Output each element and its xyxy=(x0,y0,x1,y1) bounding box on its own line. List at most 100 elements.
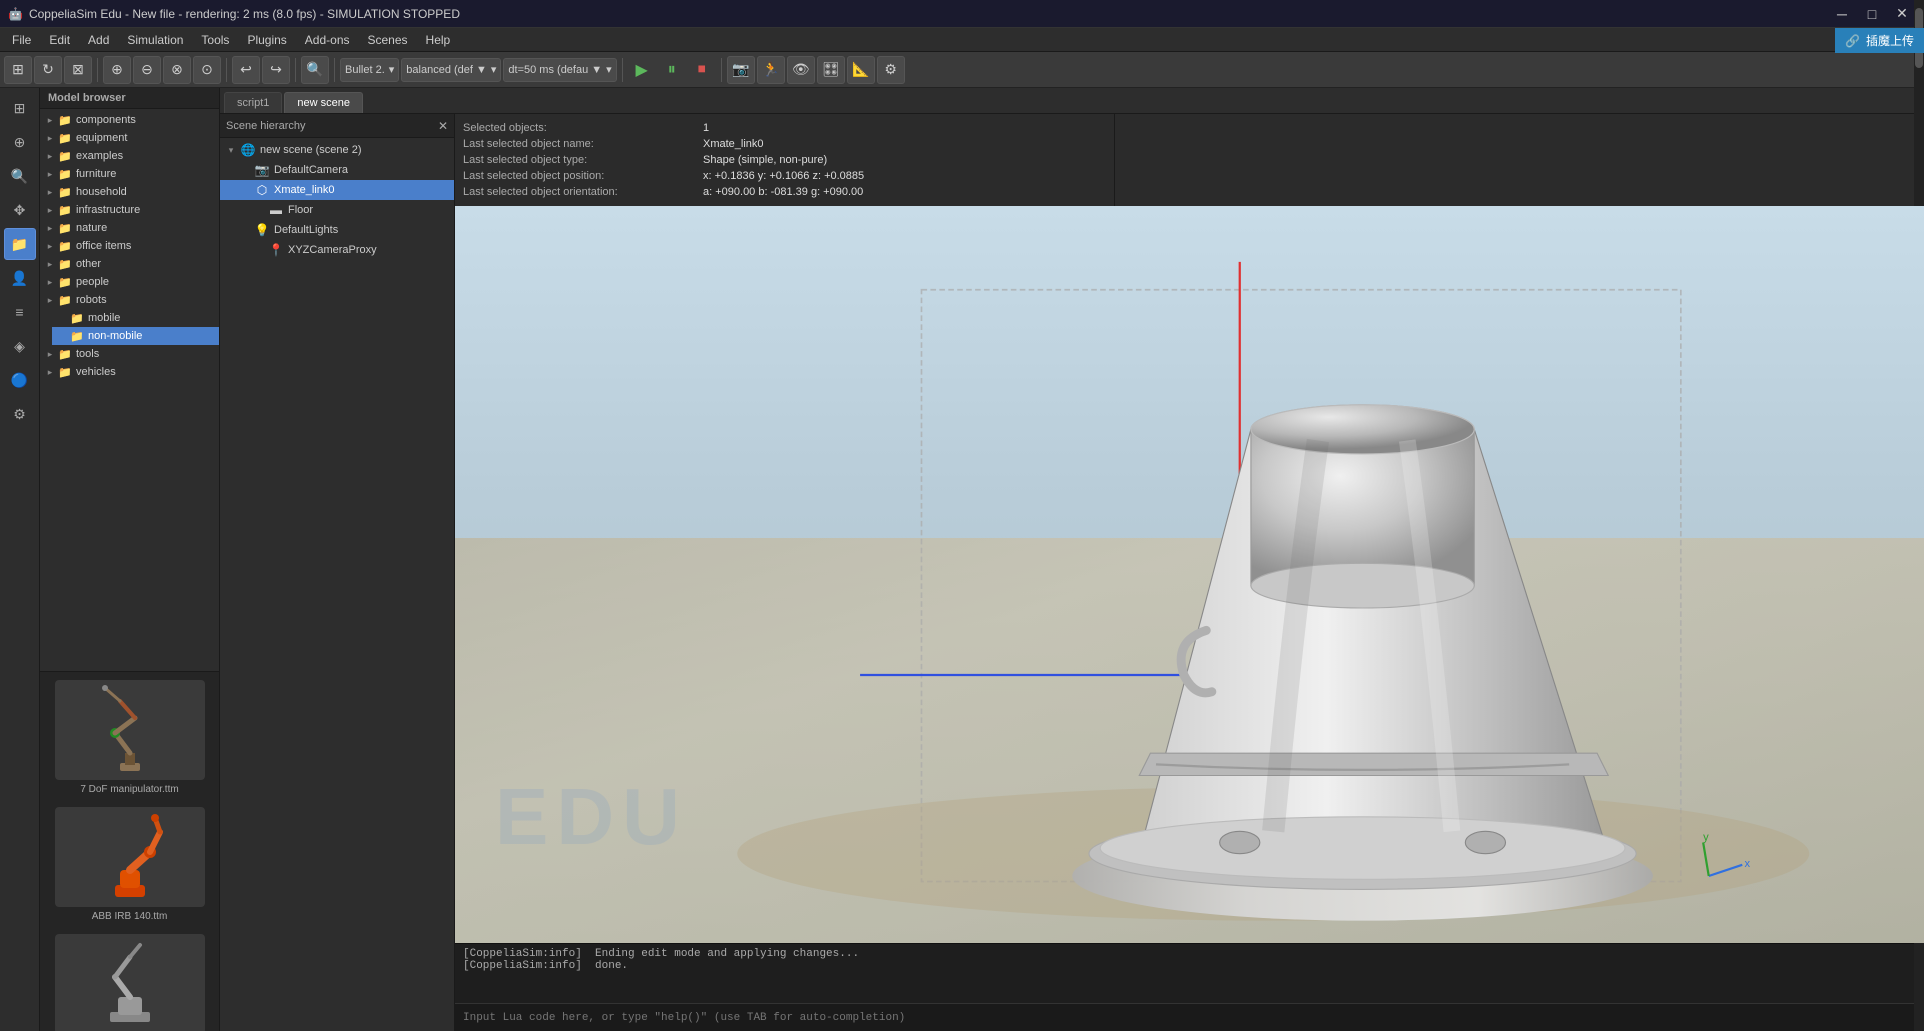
menu-item-plugins[interactable]: Plugins xyxy=(239,31,294,49)
hier-item-DefaultLights[interactable]: 💡DefaultLights xyxy=(220,220,454,240)
3d-viewport[interactable]: EDU xyxy=(455,206,1924,943)
toolbar-btn-12[interactable]: 🎛 xyxy=(817,56,845,84)
stop-button[interactable]: ⏹ xyxy=(688,56,716,84)
sidebar-icon-9[interactable]: ⚙ xyxy=(4,398,36,430)
console-line-2: [CoppeliaSim:info] done. xyxy=(463,960,1916,972)
scene-hierarchy-close[interactable]: ✕ xyxy=(438,119,448,133)
model-thumb-label-1: 7 DoF manipulator.ttm xyxy=(80,784,178,795)
tree-item-label: office items xyxy=(76,240,131,252)
browser-tree-item-robots[interactable]: ▸📁robots xyxy=(40,291,219,309)
tree-item-label: household xyxy=(76,186,127,198)
hier-label: Xmate_link0 xyxy=(274,184,335,196)
scene-tab-new-scene[interactable]: new scene xyxy=(284,92,363,113)
browser-tree-item-non-mobile[interactable]: 📁non-mobile xyxy=(52,327,219,345)
folder-icon: 📁 xyxy=(58,131,72,145)
browser-tree-item-furniture[interactable]: ▸📁furniture xyxy=(40,165,219,183)
lua-input[interactable] xyxy=(463,1012,1916,1024)
browser-tree-item-examples[interactable]: ▸📁examples xyxy=(40,147,219,165)
expander-icon xyxy=(56,312,68,324)
browser-tree-item-office-items[interactable]: ▸📁office items xyxy=(40,237,219,255)
menu-item-file[interactable]: File xyxy=(4,31,39,49)
browser-tree-item-other[interactable]: ▸📁other xyxy=(40,255,219,273)
obj-pos-value: x: +0.1836 y: +0.1066 z: +0.0885 xyxy=(703,170,1106,182)
sidebar-icon-1[interactable]: ⊞ xyxy=(4,92,36,124)
hier-item-new-scene--scene-2-[interactable]: ▾🌐new scene (scene 2) xyxy=(220,140,454,160)
hier-item-Floor[interactable]: ▬Floor xyxy=(220,200,454,220)
menu-item-edit[interactable]: Edit xyxy=(41,31,78,49)
hier-expander xyxy=(238,163,252,177)
hier-item-Xmate_link0[interactable]: ⬡Xmate_link0 xyxy=(220,180,454,200)
menu-item-tools[interactable]: Tools xyxy=(193,31,237,49)
sidebar-icon-7[interactable]: ◈ xyxy=(4,330,36,362)
toolbar-btn-3[interactable]: ⊠ xyxy=(64,56,92,84)
physics-engine-dropdown[interactable]: Bullet 2.▾ xyxy=(340,58,399,82)
maximize-button[interactable]: □ xyxy=(1858,3,1886,25)
toolbar-btn-5[interactable]: ⊖ xyxy=(133,56,161,84)
obj-name-label: Last selected object name: xyxy=(463,138,703,150)
toolbar-btn-4[interactable]: ⊕ xyxy=(103,56,131,84)
menu-item-help[interactable]: Help xyxy=(418,31,459,49)
dt-dropdown[interactable]: dt=50 ms (defau ▼▾ xyxy=(503,58,616,82)
sidebar-icon-6[interactable]: ≡ xyxy=(4,296,36,328)
minimize-button[interactable]: ─ xyxy=(1828,3,1856,25)
folder-icon: 📁 xyxy=(58,221,72,235)
pause-button[interactable]: ⏸ xyxy=(658,56,686,84)
sidebar-icon-4[interactable]: ✥ xyxy=(4,194,36,226)
browser-tree-item-infrastructure[interactable]: ▸📁infrastructure xyxy=(40,201,219,219)
hier-item-XYZCameraProxy[interactable]: 📍XYZCameraProxy xyxy=(220,240,454,260)
toolbar-btn-6[interactable]: ⊗ xyxy=(163,56,191,84)
scene-tab-script1[interactable]: script1 xyxy=(224,92,282,113)
browser-tree-item-mobile[interactable]: 📁mobile xyxy=(52,309,219,327)
folder-icon: 📁 xyxy=(58,257,72,271)
upload-button[interactable]: 🔗 插魔上传 xyxy=(1835,28,1924,53)
toolbar-btn-2[interactable]: ↻ xyxy=(34,56,62,84)
toolbar-btn-7[interactable]: ⊙ xyxy=(193,56,221,84)
time-stepping-dropdown[interactable]: balanced (def ▼▾ xyxy=(401,58,501,82)
folder-icon: 📁 xyxy=(58,203,72,217)
browser-tree-item-components[interactable]: ▸📁components xyxy=(40,111,219,129)
toolbar-btn-11[interactable]: 👁 xyxy=(787,56,815,84)
toolbar-sep-1 xyxy=(97,58,98,82)
sidebar-icon-model-browser[interactable]: 📁 xyxy=(4,228,36,260)
toolbar-btn-10[interactable]: 🏃 xyxy=(757,56,785,84)
browser-tree-item-people[interactable]: ▸📁people xyxy=(40,273,219,291)
play-button[interactable]: ▶ xyxy=(628,56,656,84)
sidebar-icon-5[interactable]: 👤 xyxy=(4,262,36,294)
model-thumb-img-2 xyxy=(55,807,205,907)
expander-icon: ▸ xyxy=(44,366,56,378)
sidebar-icon-8[interactable]: 🔵 xyxy=(4,364,36,396)
browser-tree-item-vehicles[interactable]: ▸📁vehicles xyxy=(40,363,219,381)
hier-item-DefaultCamera[interactable]: 📷DefaultCamera xyxy=(220,160,454,180)
close-button[interactable]: ✕ xyxy=(1888,3,1916,25)
sidebar-icon-2[interactable]: ⊕ xyxy=(4,126,36,158)
model-thumb-2[interactable]: ABB IRB 140.ttm xyxy=(50,807,210,922)
toolbar-btn-8[interactable]: 🔍 xyxy=(301,56,329,84)
selected-value: 1 xyxy=(703,122,1106,134)
scene-hierarchy-header: Scene hierarchy ✕ xyxy=(220,114,454,138)
menu-item-scenes[interactable]: Scenes xyxy=(360,31,416,49)
toolbar-btn-9[interactable]: 📷 xyxy=(727,56,755,84)
tree-item-label: infrastructure xyxy=(76,204,140,216)
scene-hierarchy-title: Scene hierarchy xyxy=(226,120,306,132)
model-thumb-3[interactable]: robot arm xyxy=(50,934,210,1031)
sidebar-icon-3[interactable]: 🔍 xyxy=(4,160,36,192)
menu-item-add-ons[interactable]: Add-ons xyxy=(297,31,358,49)
toolbar-btn-14[interactable]: ⚙ xyxy=(877,56,905,84)
browser-tree-item-nature[interactable]: ▸📁nature xyxy=(40,219,219,237)
menu-item-add[interactable]: Add xyxy=(80,31,117,49)
toolbar-redo[interactable]: ↪ xyxy=(262,56,290,84)
model-thumb-1[interactable]: 7 DoF manipulator.ttm xyxy=(50,680,210,795)
toolbar-btn-13[interactable]: 📐 xyxy=(847,56,875,84)
titlebar: 🤖 CoppeliaSim Edu - New file - rendering… xyxy=(0,0,1924,28)
toolbar-sep-4 xyxy=(334,58,335,82)
toolbar-undo[interactable]: ↩ xyxy=(232,56,260,84)
toolbar-btn-1[interactable]: ⊞ xyxy=(4,56,32,84)
hier-label: DefaultCamera xyxy=(274,164,348,176)
menu-item-simulation[interactable]: Simulation xyxy=(119,31,191,49)
expander-icon: ▸ xyxy=(44,132,56,144)
browser-tree-item-equipment[interactable]: ▸📁equipment xyxy=(40,129,219,147)
folder-icon: 📁 xyxy=(58,347,72,361)
hier-expander xyxy=(252,203,266,217)
browser-tree-item-household[interactable]: ▸📁household xyxy=(40,183,219,201)
browser-tree-item-tools[interactable]: ▸📁tools xyxy=(40,345,219,363)
